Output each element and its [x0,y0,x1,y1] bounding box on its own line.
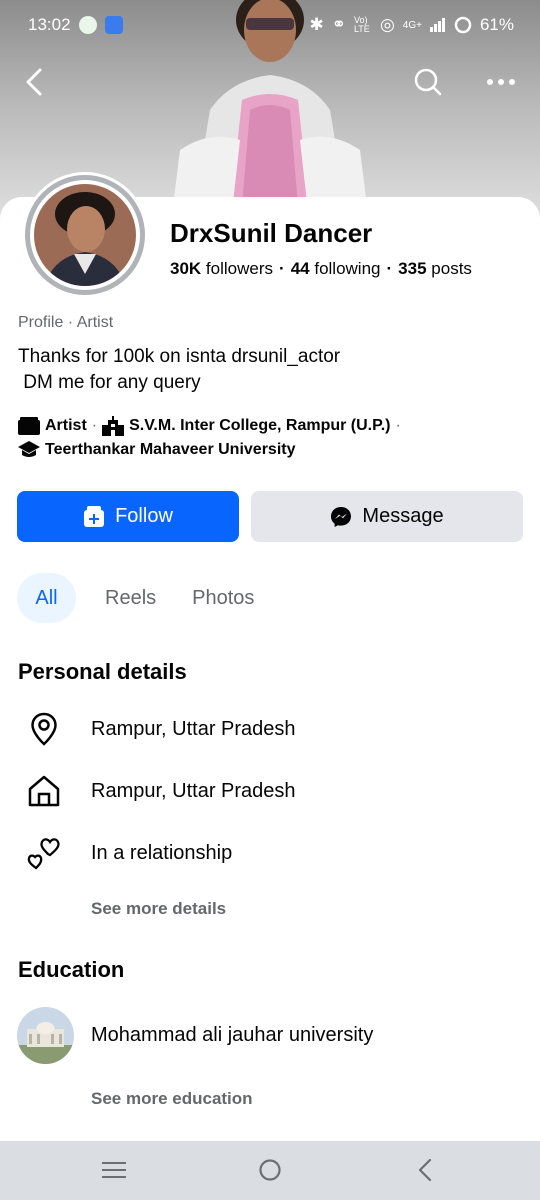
battery-percentage: 61% [479,15,514,34]
following-label: following [314,259,381,278]
detail-text: In a relationship [91,841,233,864]
back-chevron-icon [418,1158,432,1182]
separator-dot: · [279,259,285,278]
recent-apps-button[interactable] [99,1155,129,1185]
separator-dot: · [91,417,98,434]
education-text: Mohammad ali jauhar university [91,1023,374,1046]
system-back-button[interactable] [410,1155,440,1185]
work-line-2: Teerthankar Mahaveer University [18,440,295,460]
home-circle-icon [259,1159,281,1181]
profile-stats: 30K followers · 44 following · 335 posts [170,259,472,279]
following-count: 44 [290,259,310,278]
separator-dot: · [395,417,401,434]
education-title: Education [18,957,125,982]
battery-ring-icon [454,16,472,34]
app-notification-icon [78,16,97,34]
avatar-image [34,184,136,286]
followers-count: 30K [170,259,202,278]
menu-lines-icon [102,1162,126,1178]
hearts-icon [24,833,64,873]
message-label: Message [362,505,444,527]
location-pin-icon [24,709,64,749]
tab-photos[interactable]: Photos [185,573,261,623]
back-arrow-icon [26,68,42,96]
home-button[interactable] [255,1155,285,1185]
personal-details-title: Personal details [18,659,187,684]
education-row[interactable]: Mohammad ali jauhar university [0,1013,540,1057]
detail-row-hometown[interactable]: Rampur, Uttar Pradesh [0,769,540,813]
link-icon: ⚭ [331,15,346,34]
detail-row-location[interactable]: Rampur, Uttar Pradesh [0,707,540,751]
bluetooth-icon: ✱ [309,15,324,34]
message-button[interactable]: Message [251,491,523,542]
work-line-1: Artist · S.V.M. Inter College, Rampur (U… [18,416,406,436]
followers-label: followers [205,259,274,278]
status-bar: 13:02 ✱ ⚭ Vo) LTE ◎ 4G+ 61% [0,0,540,50]
profile-bio: Thanks for 100k on isnta drsunil_actor D… [18,346,341,393]
hotspot-icon [104,16,123,34]
clapperboard-icon [18,416,40,436]
follow-button[interactable]: Follow [17,491,239,542]
graduation-cap-icon [18,440,40,460]
status-time: 13:02 [28,15,71,34]
posts-label: posts [431,259,472,278]
school-building-icon [102,416,125,436]
more-dots-icon [487,79,515,85]
followers-stat[interactable]: 30K followers [170,259,273,278]
posts-stat: 335 posts [398,259,472,278]
profile-category: Profile · Artist [18,314,114,331]
tab-reels[interactable]: Reels [98,573,163,623]
avatar-ring [25,175,145,295]
following-stat[interactable]: 44 following [291,259,381,278]
profile-tabs: All Reels Photos [17,573,261,623]
tab-all[interactable]: All [17,573,76,623]
back-button[interactable] [12,60,56,104]
follow-icon [84,505,105,527]
search-icon [414,68,442,96]
volte-label: Vo) LTE [353,15,370,34]
detail-text: Rampur, Uttar Pradesh [91,779,296,802]
signal-bars-icon [429,18,445,32]
see-more-education-link[interactable]: See more education [91,1089,253,1109]
signal-label: 4G+ [402,19,422,31]
top-navigation [0,60,540,104]
detail-text: Rampur, Uttar Pradesh [91,717,296,740]
more-options-button[interactable] [479,60,523,104]
profile-name: DrxSunil Dancer [170,218,373,248]
see-more-details-link[interactable]: See more details [91,899,226,919]
detail-row-relationship[interactable]: In a relationship [0,831,540,875]
profile-avatar[interactable] [22,172,148,298]
work-item-artist[interactable]: Artist [45,417,87,435]
home-icon [24,771,64,811]
follow-label: Follow [115,505,173,527]
work-item-school[interactable]: S.V.M. Inter College, Rampur (U.P.) [129,417,390,435]
work-item-university[interactable]: Teerthankar Mahaveer University [45,441,295,459]
search-button[interactable] [406,60,450,104]
wifi-icon: ◎ [379,15,395,34]
separator-dot: · [386,259,393,278]
system-navigation-bar [0,1141,540,1200]
messenger-icon [331,506,352,527]
posts-count: 335 [398,259,427,278]
